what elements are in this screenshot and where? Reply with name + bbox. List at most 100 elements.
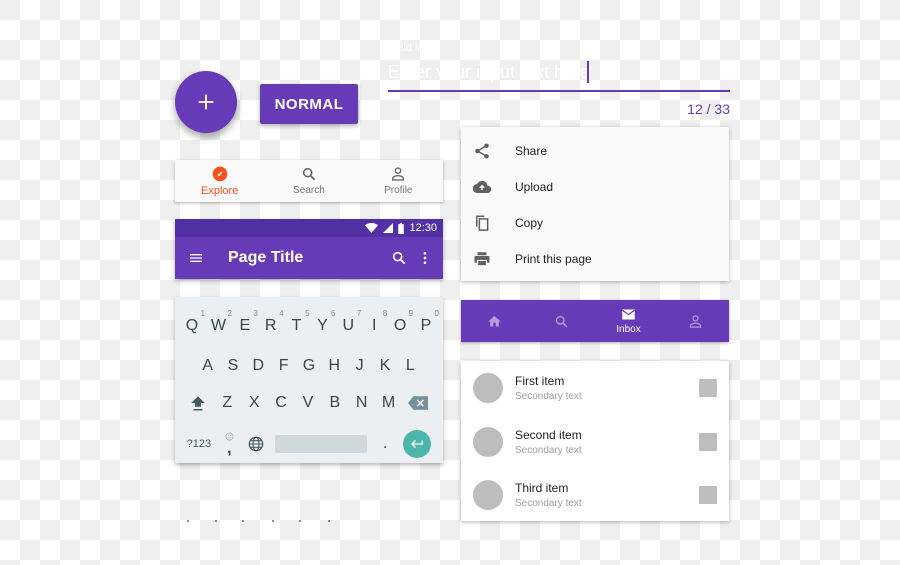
key-w[interactable]: W2 xyxy=(211,309,232,335)
decorative-dot xyxy=(328,520,330,522)
fab-add-button[interactable] xyxy=(175,71,237,133)
person-icon xyxy=(392,167,405,181)
key-h[interactable]: H xyxy=(327,357,341,375)
key-d[interactable]: D xyxy=(251,357,265,375)
share-icon xyxy=(475,143,489,159)
menu-item-copy[interactable]: Copy xyxy=(461,205,729,241)
nav-item-search[interactable] xyxy=(528,300,595,342)
globe-icon[interactable] xyxy=(248,436,264,452)
text-field-underline xyxy=(388,90,730,92)
list-item[interactable]: First item Secondary text xyxy=(461,361,729,414)
key-a[interactable]: A xyxy=(201,357,215,375)
key-symbols[interactable]: ?123 xyxy=(187,438,211,450)
normal-button[interactable]: NORMAL xyxy=(260,84,358,124)
shift-icon[interactable] xyxy=(189,394,207,412)
key-y[interactable]: Y6 xyxy=(315,309,335,335)
plus-icon xyxy=(198,94,214,110)
hamburger-menu-icon[interactable] xyxy=(188,250,204,266)
battery-icon xyxy=(398,222,405,234)
nav-item-home[interactable] xyxy=(461,300,528,342)
search-icon xyxy=(302,167,316,181)
key-c[interactable]: C xyxy=(274,394,288,412)
list-item-action[interactable] xyxy=(699,432,717,451)
bottom-navigation-light: Explore Search Profile xyxy=(175,160,443,202)
keyboard-row-4: ?123 , . xyxy=(175,430,443,458)
nav-item-profile[interactable] xyxy=(662,300,729,342)
list-card: First item Secondary text Second item Se… xyxy=(461,361,729,521)
status-bar: 12:30 xyxy=(175,219,443,237)
key-n[interactable]: N xyxy=(355,394,369,412)
nav-item-profile[interactable]: Profile xyxy=(354,160,443,202)
list-item-action[interactable] xyxy=(699,485,717,504)
decorative-dot xyxy=(242,520,244,522)
backspace-icon[interactable] xyxy=(408,395,429,411)
status-time: 12:30 xyxy=(409,222,437,234)
list-item-action[interactable] xyxy=(699,378,717,397)
menu-item-share[interactable]: Share xyxy=(461,133,729,169)
soft-keyboard: Q1 W2 E3 R4 T5 Y6 U7 I8 O9 P0 A S D F G … xyxy=(175,297,443,463)
list-item[interactable]: Second item Secondary text xyxy=(461,415,729,468)
character-counter: 12 / 33 xyxy=(687,101,730,117)
bottom-navigation-purple: Inbox xyxy=(461,300,729,342)
list-item[interactable]: Third item Secondary text xyxy=(461,468,729,521)
key-e[interactable]: E3 xyxy=(238,309,257,335)
text-cursor xyxy=(587,61,589,83)
list-item-secondary: Secondary text xyxy=(515,444,582,456)
key-u[interactable]: U7 xyxy=(341,309,362,335)
key-v[interactable]: V xyxy=(301,394,315,412)
wifi-icon xyxy=(365,223,379,233)
decorative-dot xyxy=(187,520,189,522)
decorative-dot xyxy=(299,520,301,522)
key-q[interactable]: Q1 xyxy=(185,309,205,335)
search-icon xyxy=(555,315,568,327)
key-b[interactable]: B xyxy=(328,394,342,412)
key-g[interactable]: G xyxy=(302,357,316,375)
key-t[interactable]: T5 xyxy=(290,309,310,335)
space-bar[interactable] xyxy=(274,435,367,453)
key-o[interactable]: O9 xyxy=(393,309,413,335)
key-k[interactable]: K xyxy=(378,357,392,375)
nav-label: Inbox xyxy=(616,324,641,335)
menu-item-upload[interactable]: Upload xyxy=(461,169,729,205)
nav-item-search[interactable]: Search xyxy=(264,160,353,202)
compass-icon xyxy=(212,166,227,181)
menu-item-print[interactable]: Print this page xyxy=(461,241,729,277)
key-i[interactable]: I8 xyxy=(367,309,387,335)
key-m[interactable]: M xyxy=(382,394,396,412)
home-icon xyxy=(488,315,501,326)
list-item-primary: Second item xyxy=(515,427,582,442)
enter-icon xyxy=(411,440,424,448)
decorative-dot xyxy=(215,520,217,522)
key-f[interactable]: F xyxy=(277,357,291,375)
key-comma[interactable]: , xyxy=(222,432,236,457)
list-item-secondary: Secondary text xyxy=(515,497,582,509)
key-r[interactable]: R4 xyxy=(264,309,284,335)
toolbar: Page Title xyxy=(175,237,443,279)
key-z[interactable]: Z xyxy=(220,394,234,412)
signal-icon xyxy=(383,223,394,233)
key-j[interactable]: J xyxy=(353,357,367,375)
list-item-secondary: Secondary text xyxy=(515,390,582,402)
key-period[interactable]: . xyxy=(378,435,392,453)
nav-item-inbox[interactable]: Inbox xyxy=(595,300,662,342)
nav-label: Profile xyxy=(384,185,413,196)
print-icon xyxy=(474,252,490,267)
keyboard-row-3: Z X C V B N M xyxy=(175,394,443,412)
nav-label: Search xyxy=(293,185,325,196)
list-item-primary: Third item xyxy=(515,480,569,495)
search-icon[interactable] xyxy=(391,250,407,266)
more-vert-icon[interactable] xyxy=(417,250,433,266)
key-l[interactable]: L xyxy=(403,357,417,375)
avatar xyxy=(473,479,503,510)
enter-button[interactable] xyxy=(403,430,432,458)
keyboard-row-2: A S D F G H J K L xyxy=(175,357,443,375)
text-field-label: Field label xyxy=(388,42,439,54)
avatar xyxy=(473,426,503,457)
key-s[interactable]: S xyxy=(226,357,240,375)
person-icon xyxy=(689,314,702,328)
key-p[interactable]: P0 xyxy=(419,309,439,335)
list-item-primary: First item xyxy=(515,373,565,388)
key-x[interactable]: X xyxy=(247,394,261,412)
nav-item-explore[interactable]: Explore xyxy=(175,160,264,202)
text-field-input[interactable] xyxy=(388,59,730,85)
